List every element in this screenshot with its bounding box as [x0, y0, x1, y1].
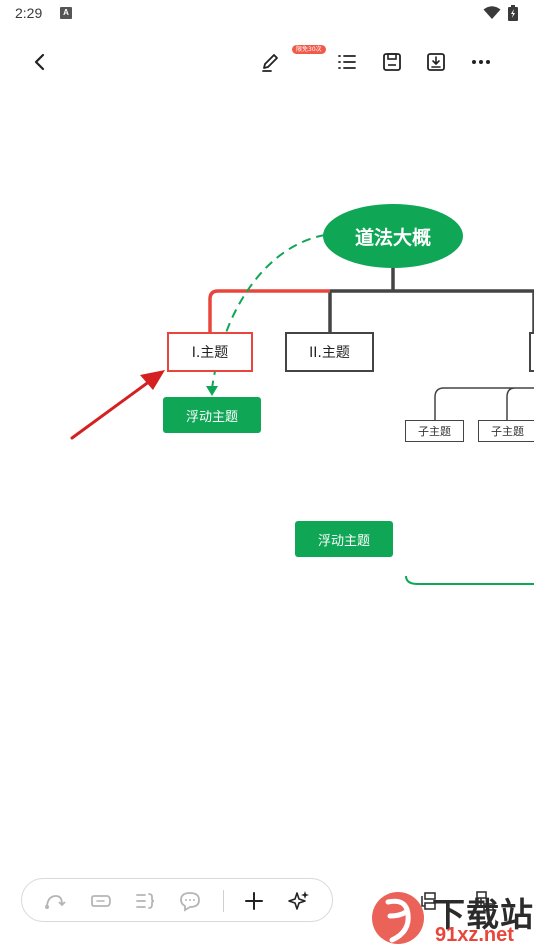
- relation-arrow-head: [206, 386, 218, 396]
- label-button[interactable]: [83, 879, 119, 923]
- connector-layer: [70, 234, 534, 585]
- floating-topic-node-2[interactable]: 浮动主题: [295, 521, 393, 557]
- relation-line-button[interactable]: [36, 879, 72, 923]
- add-topic-button[interactable]: [236, 879, 272, 923]
- comment-button[interactable]: [172, 879, 208, 923]
- ai-assist-button[interactable]: [281, 879, 317, 923]
- topic-node-3[interactable]: [529, 332, 534, 372]
- floating-topic-node-1[interactable]: 浮动主题: [163, 397, 261, 433]
- root-topic-node[interactable]: 道法大概: [323, 204, 463, 268]
- watermark-url: 91xz.net: [435, 924, 514, 946]
- sparkle-icon: [288, 891, 309, 910]
- toolbar-divider: [223, 890, 224, 912]
- relation-curve-icon: [45, 895, 66, 909]
- branch-line-right: [328, 289, 534, 332]
- label-icon: [91, 895, 111, 907]
- plus-icon: [245, 892, 263, 910]
- subtopic-node-2[interactable]: 子主题: [478, 420, 534, 442]
- topic-node-1[interactable]: I.主题: [167, 332, 253, 372]
- comment-bubble-icon: [180, 892, 200, 912]
- subtopic-node-1[interactable]: 子主题: [405, 420, 464, 442]
- subtopic-line: [434, 387, 534, 420]
- topic-node-2[interactable]: II.主题: [285, 332, 374, 372]
- bottom-connector-line: [405, 575, 534, 585]
- summary-brace-icon: [136, 893, 155, 909]
- summary-button[interactable]: [128, 879, 164, 923]
- bottom-edit-bar: [21, 878, 333, 922]
- pointer-arrow: [70, 379, 152, 440]
